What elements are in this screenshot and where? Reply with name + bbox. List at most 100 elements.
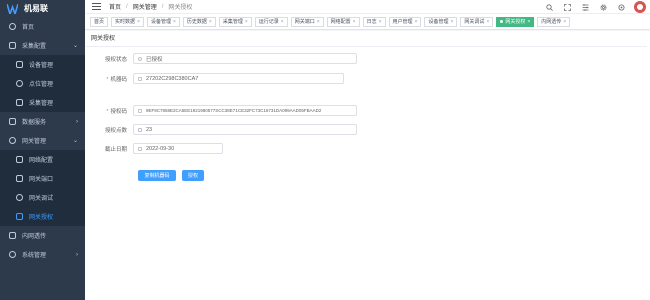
point-count-field[interactable]: 23 <box>133 124 357 135</box>
avatar[interactable] <box>634 1 646 13</box>
search-icon[interactable] <box>546 3 553 11</box>
app-name: 机易联 <box>24 4 48 13</box>
auth-icon <box>16 213 23 220</box>
close-icon[interactable]: × <box>317 18 320 26</box>
sidebar-menu: 首页 采集配置 ⌄ 设备管理 点位管理 采集管理 数据服务 › 网关管理 ⌄ 网络配置 网关端口 网关调… <box>0 17 85 264</box>
breadcrumb-separator: / <box>126 3 128 10</box>
form-row-status: 授权状态 已授权 <box>88 53 357 64</box>
status-icon <box>138 56 142 61</box>
close-icon[interactable]: × <box>173 18 176 26</box>
sidebar-item-system[interactable]: 系统管理 › <box>0 245 85 264</box>
tag-item[interactable]: 网络配置 × <box>326 16 360 27</box>
sidebar-item-data[interactable]: 数据服务 › <box>0 112 85 131</box>
sidebar-item-debug[interactable]: 网关调试 <box>0 188 85 207</box>
sidebar-item-label: 网关管理 <box>22 139 47 145</box>
hamburger-icon[interactable] <box>92 3 101 10</box>
close-icon[interactable]: × <box>137 18 140 26</box>
navbar: 首页 / 网关管理 / 网关授权 <box>85 0 650 14</box>
form-row-auth-code: * 授权码 9EF9C7858E2CA5EE1921980577SCC38E71C… <box>88 105 357 116</box>
dashboard-icon <box>9 23 16 30</box>
close-icon[interactable]: × <box>450 18 453 26</box>
tag-item[interactable]: 网关端口 × <box>290 16 324 27</box>
tag-label: 网关调试 <box>464 18 485 25</box>
close-icon[interactable]: × <box>486 18 489 26</box>
sidebar-item-dashboard[interactable]: 首页 <box>0 17 85 36</box>
sidebar-item-point[interactable]: 点位管理 <box>0 74 85 93</box>
close-icon[interactable]: × <box>353 18 356 26</box>
settings-icon[interactable] <box>600 3 607 11</box>
sidebar-item-label: 网关端口 <box>29 177 54 183</box>
status-field[interactable]: 已授权 <box>133 53 357 64</box>
tag-item[interactable]: 设备管理 × <box>424 16 458 27</box>
sidebar-item-label: 网关调试 <box>29 196 54 202</box>
tag-item[interactable]: 网关授权 × <box>496 16 535 27</box>
auth-code-icon <box>138 108 142 113</box>
close-icon[interactable]: × <box>527 18 530 26</box>
device-icon <box>16 61 23 68</box>
sidebar-item-auth[interactable]: 网关授权 <box>0 207 85 226</box>
active-dot-icon <box>500 20 504 23</box>
tag-item[interactable]: 首页 <box>90 16 109 27</box>
top-right-tools <box>535 1 646 13</box>
tag-item[interactable]: 采集管理 × <box>218 16 252 27</box>
port-icon <box>16 175 23 182</box>
gateway-icon <box>9 137 16 144</box>
sidebar-item-label: 数据服务 <box>22 120 47 126</box>
collect-icon <box>16 99 23 106</box>
breadcrumb-home[interactable]: 首页 <box>109 2 121 11</box>
sidebar-item-gateway[interactable]: 网关管理 ⌄ <box>0 131 85 150</box>
close-icon[interactable]: × <box>245 18 248 26</box>
main-content: 网关授权 授权状态 已授权 * 机器码 27202C298C380CA7 * 授权码… <box>86 31 647 299</box>
sidebar-item-label: 首页 <box>22 25 35 31</box>
network-icon <box>16 156 23 163</box>
sidebar-item-port[interactable]: 网关端口 <box>0 169 85 188</box>
tag-item[interactable]: 实时数据 × <box>111 16 144 27</box>
tag-item[interactable]: 设备管理 × <box>146 16 180 27</box>
tag-label: 网关端口 <box>294 18 315 25</box>
sidebar-item-label: 网络配置 <box>29 158 54 164</box>
sidebar-item-label: 点位管理 <box>29 82 54 88</box>
form-row-expire-date: 截止日期 2022-09-30 <box>88 143 223 154</box>
chevron-icon: › <box>76 251 78 258</box>
tag-label: 内网透传 <box>541 18 562 25</box>
sidebar-item-label: 设备管理 <box>29 63 54 69</box>
tag-item[interactable]: 运行记录 × <box>254 16 288 27</box>
sidebar-item-label: 采集管理 <box>29 101 54 107</box>
tag-item[interactable]: 内网透传 × <box>537 16 571 27</box>
tag-item[interactable]: 日志 × <box>362 16 386 27</box>
sidebar: 机易联 首页 采集配置 ⌄ 设备管理 点位管理 采集管理 数据服务 › 网关管理 ⌄ 网络配置 网关端… <box>0 0 85 300</box>
point-icon <box>16 80 23 87</box>
sidebar-item-config[interactable]: 采集配置 ⌄ <box>0 36 85 55</box>
form-row-point-count: 授权点数 23 <box>88 124 357 135</box>
calendar-icon <box>138 146 142 151</box>
config-icon <box>9 42 16 49</box>
logo: 机易联 <box>0 0 85 17</box>
tag-label: 首页 <box>94 18 105 25</box>
expire-date-field[interactable]: 2022-09-30 <box>133 143 223 154</box>
close-icon[interactable]: × <box>415 18 418 26</box>
font-size-icon[interactable] <box>582 3 589 11</box>
sidebar-item-device[interactable]: 设备管理 <box>0 55 85 74</box>
sidebar-item-label: 采集配置 <box>22 44 47 50</box>
copy-machine-code-button[interactable]: 复制机器码 <box>138 170 176 181</box>
close-icon[interactable]: × <box>281 18 284 26</box>
machine-code-label: * 机器码 <box>106 76 127 83</box>
chevron-icon: ⌄ <box>72 138 78 144</box>
gear-icon[interactable] <box>618 4 625 11</box>
tags-view: 首页 实时数据 × 设备管理 × 历史数据 × 采集管理 × 运行记录 × 网关端口 × 网络配置 × 日志 ×… <box>85 14 650 30</box>
close-icon[interactable]: × <box>563 18 566 26</box>
authorize-button[interactable]: 授权 <box>182 170 204 181</box>
sidebar-item-network[interactable]: 网络配置 <box>0 150 85 169</box>
tag-item[interactable]: 用户管理 × <box>388 16 422 27</box>
point-count-label: 授权点数 <box>104 127 127 134</box>
close-icon[interactable]: × <box>379 18 382 26</box>
tag-item[interactable]: 网关调试 × <box>460 16 494 27</box>
sidebar-item-collect[interactable]: 采集管理 <box>0 93 85 112</box>
tag-label: 日志 <box>366 18 377 25</box>
sidebar-item-tunnel[interactable]: 内网透传 <box>0 226 85 245</box>
close-icon[interactable]: × <box>209 18 212 26</box>
fullscreen-icon[interactable] <box>564 3 571 11</box>
tag-item[interactable]: 历史数据 × <box>182 16 216 27</box>
machine-code-field[interactable]: 27202C298C380CA7 <box>133 73 344 84</box>
auth-code-field[interactable]: 9EF9C7858E2CA5EE1921980577SCC38E71CE32FC… <box>133 105 357 116</box>
